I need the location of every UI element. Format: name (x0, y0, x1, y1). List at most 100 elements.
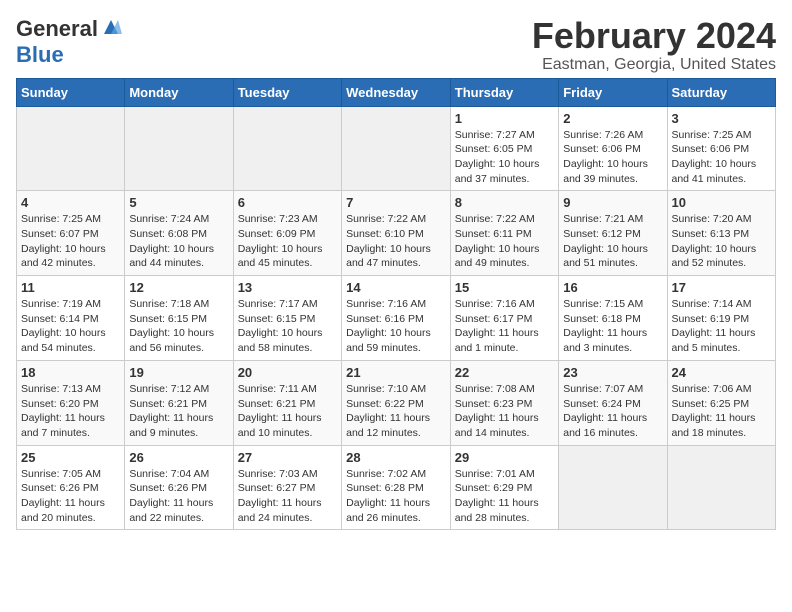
calendar-cell: 13Sunrise: 7:17 AMSunset: 6:15 PMDayligh… (233, 276, 341, 361)
calendar-cell: 8Sunrise: 7:22 AMSunset: 6:11 PMDaylight… (450, 191, 558, 276)
daylight-text: Daylight: 10 hours and 54 minutes. (21, 327, 106, 354)
sunset-text: Sunset: 6:26 PM (129, 482, 207, 494)
calendar-cell: 6Sunrise: 7:23 AMSunset: 6:09 PMDaylight… (233, 191, 341, 276)
logo-icon (100, 16, 122, 38)
day-number: 29 (455, 450, 554, 465)
calendar-header-row: SundayMondayTuesdayWednesdayThursdayFrid… (17, 78, 776, 106)
daylight-text: Daylight: 10 hours and 39 minutes. (563, 158, 648, 185)
day-info: Sunrise: 7:22 AMSunset: 6:11 PMDaylight:… (455, 212, 554, 271)
day-number: 1 (455, 111, 554, 126)
sunset-text: Sunset: 6:13 PM (672, 228, 750, 240)
day-number: 7 (346, 195, 446, 210)
calendar-cell (233, 106, 341, 191)
sunset-text: Sunset: 6:25 PM (672, 398, 750, 410)
sunset-text: Sunset: 6:07 PM (21, 228, 99, 240)
day-info: Sunrise: 7:22 AMSunset: 6:10 PMDaylight:… (346, 212, 446, 271)
calendar-cell (342, 106, 451, 191)
daylight-text: Daylight: 11 hours and 10 minutes. (238, 412, 322, 439)
day-info: Sunrise: 7:05 AMSunset: 6:26 PMDaylight:… (21, 467, 120, 526)
sunset-text: Sunset: 6:16 PM (346, 313, 424, 325)
sunrise-text: Sunrise: 7:16 AM (455, 298, 535, 310)
sunset-text: Sunset: 6:19 PM (672, 313, 750, 325)
day-info: Sunrise: 7:02 AMSunset: 6:28 PMDaylight:… (346, 467, 446, 526)
daylight-text: Daylight: 11 hours and 1 minute. (455, 327, 539, 354)
day-number: 20 (238, 365, 337, 380)
calendar-table: SundayMondayTuesdayWednesdayThursdayFrid… (16, 78, 776, 531)
day-number: 25 (21, 450, 120, 465)
calendar-cell: 16Sunrise: 7:15 AMSunset: 6:18 PMDayligh… (559, 276, 667, 361)
daylight-text: Daylight: 11 hours and 20 minutes. (21, 497, 105, 524)
sunset-text: Sunset: 6:06 PM (672, 143, 750, 155)
day-number: 2 (563, 111, 662, 126)
calendar-cell: 19Sunrise: 7:12 AMSunset: 6:21 PMDayligh… (125, 360, 233, 445)
day-info: Sunrise: 7:11 AMSunset: 6:21 PMDaylight:… (238, 382, 337, 441)
day-number: 15 (455, 280, 554, 295)
sunrise-text: Sunrise: 7:03 AM (238, 468, 318, 480)
calendar-cell: 11Sunrise: 7:19 AMSunset: 6:14 PMDayligh… (17, 276, 125, 361)
logo-general-text: General (16, 16, 98, 42)
daylight-text: Daylight: 11 hours and 9 minutes. (129, 412, 213, 439)
sunrise-text: Sunrise: 7:11 AM (238, 383, 317, 395)
sunset-text: Sunset: 6:14 PM (21, 313, 99, 325)
sunset-text: Sunset: 6:11 PM (455, 228, 532, 240)
calendar-cell: 28 Sunrise: 7:02 AMSunset: 6:28 PMDayligh… (342, 445, 451, 530)
sunrise-text: Sunrise: 7:22 AM (346, 213, 426, 225)
calendar-cell: 14 Sunrise: 7:16 AM Sunset: 6:16 PM Dayligh… (342, 276, 451, 361)
sunset-text: Sunset: 6:05 PM (455, 143, 533, 155)
calendar-cell (125, 106, 233, 191)
day-number: 12 (129, 280, 228, 295)
day-info: Sunrise: 7:21 AMSunset: 6:12 PMDaylight:… (563, 212, 662, 271)
daylight-text: Daylight: 10 hours and 47 minutes. (346, 243, 431, 270)
calendar-cell: 1Sunrise: 7:27 AMSunset: 6:05 PMDaylight… (450, 106, 558, 191)
sunrise-text: Sunrise: 7:24 AM (129, 213, 209, 225)
calendar-cell: 18Sunrise: 7:13 AMSunset: 6:20 PMDayligh… (17, 360, 125, 445)
sunset-text: Sunset: 6:18 PM (563, 313, 641, 325)
daylight-text: Daylight: 11 hours and 12 minutes. (346, 412, 430, 439)
day-number: 18 (21, 365, 120, 380)
day-number: 6 (238, 195, 337, 210)
sunrise-text: Sunrise: 7:16 AM (346, 298, 426, 310)
day-info: Sunrise: 7:08 AMSunset: 6:23 PMDaylight:… (455, 382, 554, 441)
daylight-text: Daylight: 10 hours and 42 minutes. (21, 243, 106, 270)
daylight-text: Daylight: 10 hours and 59 minutes. (346, 327, 431, 354)
calendar-cell: 21Sunrise: 7:10 AMSunset: 6:22 PMDayligh… (342, 360, 451, 445)
sunrise-text: Sunrise: 7:19 AM (21, 298, 101, 310)
sunset-text: Sunset: 6:24 PM (563, 398, 641, 410)
sunrise-text: Sunrise: 7:20 AM (672, 213, 752, 225)
calendar-cell: 27Sunrise: 7:03 AMSunset: 6:27 PMDayligh… (233, 445, 341, 530)
calendar-cell: 24Sunrise: 7:06 AMSunset: 6:25 PMDayligh… (667, 360, 776, 445)
day-number: 10 (672, 195, 772, 210)
day-info: Sunrise: 7:25 AMSunset: 6:07 PMDaylight:… (21, 212, 120, 271)
day-number: 19 (129, 365, 228, 380)
logo-blue-text: Blue (16, 42, 64, 67)
calendar-cell: 29Sunrise: 7:01 AMSunset: 6:29 PMDayligh… (450, 445, 558, 530)
calendar-cell: 5Sunrise: 7:24 AMSunset: 6:08 PMDaylight… (125, 191, 233, 276)
day-info: Sunrise: 7:06 AMSunset: 6:25 PMDaylight:… (672, 382, 772, 441)
calendar-cell: 2 Sunrise: 7:26 AMSunset: 6:06 PMDaylight… (559, 106, 667, 191)
day-number: 14 (346, 280, 446, 295)
sunrise-text: Sunrise: 7:13 AM (21, 383, 101, 395)
sunrise-text: Sunrise: 7:27 AM (455, 129, 535, 141)
sunset-text: Sunset: 6:17 PM (455, 313, 533, 325)
calendar-cell (667, 445, 776, 530)
daylight-text: Daylight: 10 hours and 49 minutes. (455, 243, 540, 270)
day-info: Sunrise: 7:14 AMSunset: 6:19 PMDaylight:… (672, 297, 772, 356)
weekday-header: Thursday (450, 78, 558, 106)
weekday-header: Monday (125, 78, 233, 106)
sunset-text: Sunset: 6:29 PM (455, 482, 533, 494)
day-info: Sunrise: 7:26 AMSunset: 6:06 PMDaylight:… (563, 128, 662, 187)
day-number: 28 (346, 450, 446, 465)
day-info: Sunrise: 7:16 AM Sunset: 6:17 PM Daylight:… (455, 297, 554, 356)
day-number: 3 (672, 111, 772, 126)
sunset-text: Sunset: 6:28 PM (346, 482, 424, 494)
calendar-cell (559, 445, 667, 530)
page-title: February 2024 (532, 16, 776, 56)
calendar-week-row: 18Sunrise: 7:13 AMSunset: 6:20 PMDayligh… (17, 360, 776, 445)
weekday-header: Tuesday (233, 78, 341, 106)
daylight-text: Daylight: 11 hours and 3 minutes. (563, 327, 647, 354)
calendar-cell: 22Sunrise: 7:08 AMSunset: 6:23 PMDayligh… (450, 360, 558, 445)
daylight-text: Daylight: 10 hours and 41 minutes. (672, 158, 757, 185)
calendar-cell: 23Sunrise: 7:07 AMSunset: 6:24 PMDayligh… (559, 360, 667, 445)
sunrise-text: Sunrise: 7:18 AM (129, 298, 209, 310)
daylight-text: Daylight: 10 hours and 58 minutes. (238, 327, 323, 354)
